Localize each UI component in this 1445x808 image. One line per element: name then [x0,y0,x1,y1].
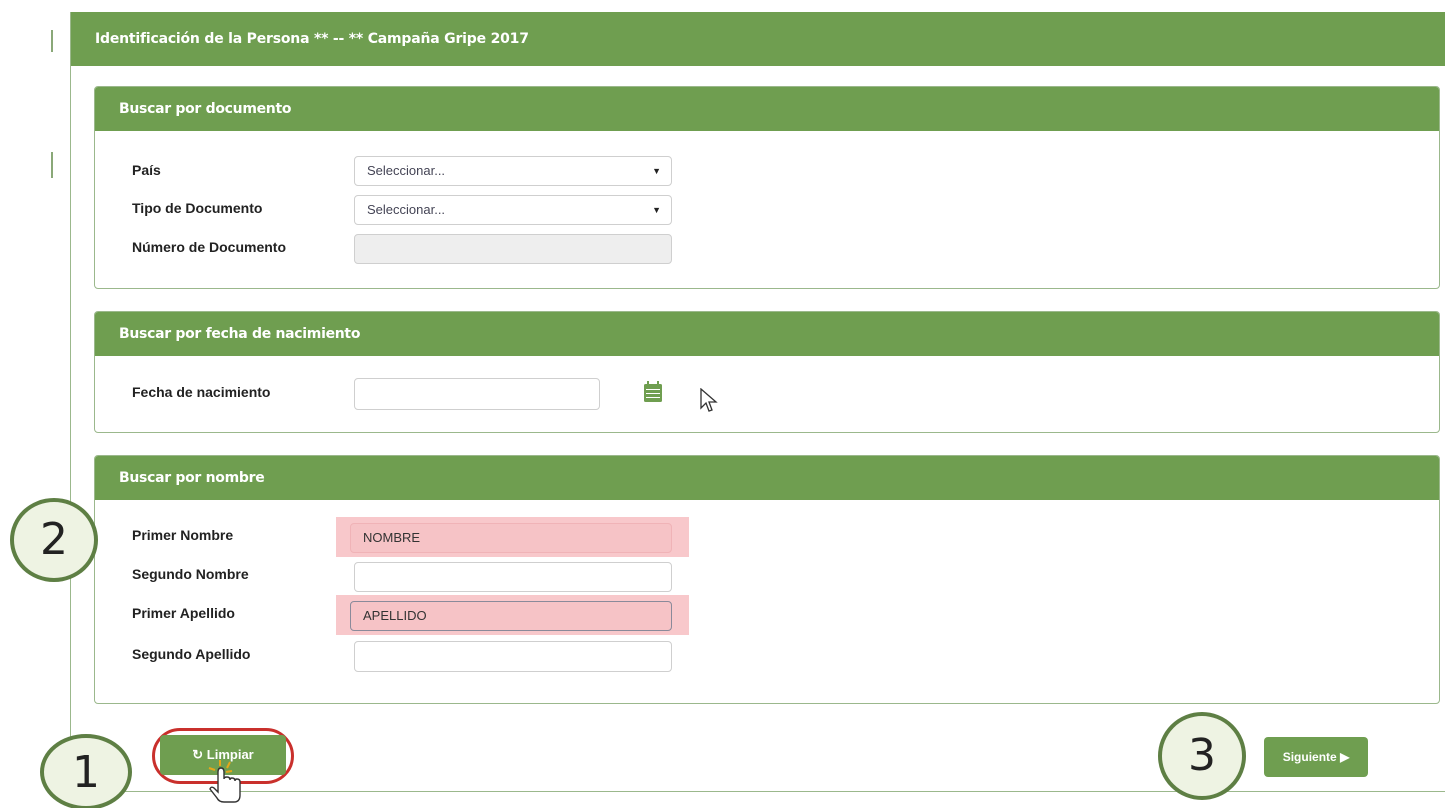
tipo-documento-label: Tipo de Documento [132,200,263,216]
numero-documento-input[interactable] [354,234,672,264]
left-edge-mark [51,30,53,52]
name-section-title: Buscar por nombre [95,456,1439,500]
pais-select-value: Seleccionar... [367,163,446,178]
segundo-apellido-input[interactable] [354,641,672,672]
hand-pointer-icon [208,760,241,803]
left-edge-mark [51,152,53,178]
birthdate-search-section: Buscar por fecha de nacimiento [94,311,1440,433]
primer-nombre-input[interactable]: NOMBRE [350,523,672,553]
primer-nombre-label: Primer Nombre [132,527,234,543]
birthdate-section-title: Buscar por fecha de nacimiento [95,312,1439,356]
panel-title: Identificación de la Persona ** -- ** Ca… [71,12,1445,66]
pais-select[interactable]: Seleccionar... ▼ [354,156,672,186]
name-search-section: Buscar por nombre [94,455,1440,704]
mouse-pointer-icon [700,388,718,412]
refresh-icon: ↻ [192,747,204,762]
document-section-title: Buscar por documento [95,87,1439,131]
primer-apellido-label: Primer Apellido [132,605,235,621]
numero-documento-label: Número de Documento [132,239,287,255]
document-search-section: Buscar por documento [94,86,1440,289]
caret-right-icon: ▶ [1340,750,1350,764]
calendar-icon[interactable] [643,381,663,403]
fecha-nacimiento-input[interactable] [354,378,600,410]
dropdown-caret-icon: ▼ [652,166,661,176]
fecha-nacimiento-label: Fecha de nacimiento [132,384,271,400]
step-badge-3: 3 [1158,712,1246,800]
segundo-nombre-input[interactable] [354,562,672,592]
pais-label: País [132,162,161,178]
segundo-nombre-label: Segundo Nombre [132,566,249,582]
primer-apellido-input[interactable]: APELLIDO [350,601,672,631]
next-button[interactable]: Siguiente ▶ [1264,737,1368,777]
step-badge-1: 1 [40,734,132,808]
tipo-documento-select-value: Seleccionar... [367,202,446,217]
segundo-apellido-label: Segundo Apellido [132,646,251,662]
tipo-documento-select[interactable]: Seleccionar... ▼ [354,195,672,225]
next-button-label: Siguiente [1282,750,1337,764]
step-badge-2: 2 [10,498,98,582]
dropdown-caret-icon: ▼ [652,205,661,215]
